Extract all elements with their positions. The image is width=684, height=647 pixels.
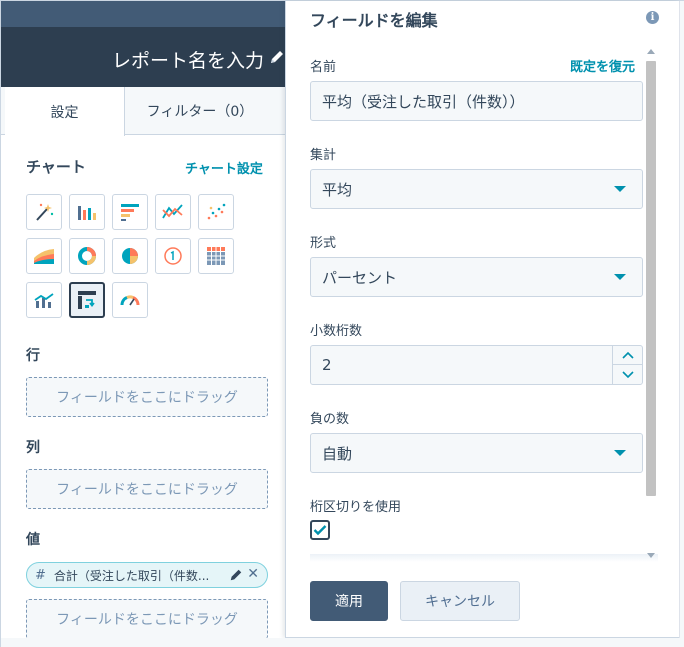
name-input[interactable]: 平均（受注した取引（件数）） <box>310 81 643 121</box>
values-drop-zone[interactable]: フィールドをここにドラッグ <box>26 599 268 639</box>
restore-default-link[interactable]: 既定を復元 <box>570 56 635 75</box>
bar-chart-icon <box>121 204 139 221</box>
chart-settings-link[interactable]: チャート設定 <box>185 158 263 177</box>
pencil-icon[interactable] <box>229 568 243 582</box>
decrement-button[interactable] <box>613 365 642 384</box>
chart-type-single-value[interactable] <box>155 238 191 274</box>
chart-type-combo[interactable] <box>26 282 62 318</box>
settings-tabs: 設定 フィルター（0） <box>1 87 306 136</box>
scatter-chart-icon <box>207 203 226 220</box>
chart-type-gauge[interactable] <box>112 282 148 318</box>
aggregation-value: 平均 <box>322 180 353 199</box>
columns-drop-zone[interactable]: フィールドをここにドラッグ <box>26 469 268 509</box>
chart-type-pivot-table[interactable] <box>69 282 105 318</box>
chart-type-pie[interactable] <box>112 238 148 274</box>
column-chart-icon <box>78 206 96 220</box>
thousands-separator-label: 桁区切りを使用 <box>310 500 402 515</box>
value-field-name: 合計（受注した取引（件数... <box>53 568 210 583</box>
rows-label: 行 <box>26 348 40 364</box>
apply-button[interactable]: 適用 <box>310 581 388 621</box>
chevron-down-icon <box>614 450 626 456</box>
value-field-chip[interactable]: # 合計（受注した取引（件数... ✕ <box>26 562 268 588</box>
gauge-icon <box>120 295 140 306</box>
pivot-table-icon <box>78 291 96 309</box>
negative-number-value: 自動 <box>322 444 353 463</box>
aggregation-select[interactable]: 平均 <box>310 169 643 209</box>
combo-chart-icon <box>34 293 54 308</box>
chart-type-bar[interactable] <box>112 194 148 230</box>
background-bottom <box>1 638 684 647</box>
edit-field-panel: フィールドを編集 i 名前 既定を復元 平均（受注した取引（件数）） 集計 平均… <box>285 1 679 638</box>
chart-type-scatter[interactable] <box>198 194 234 230</box>
chevron-down-icon <box>621 370 634 378</box>
thousands-separator-checkbox[interactable] <box>310 520 330 540</box>
rows-drop-zone[interactable]: フィールドをここにドラッグ <box>26 377 268 417</box>
line-chart-icon <box>162 204 183 219</box>
report-header: レポート名を入力 <box>1 1 306 87</box>
info-icon[interactable]: i <box>646 11 659 24</box>
checkmark-icon <box>313 525 327 536</box>
negative-number-select[interactable]: 自動 <box>310 433 643 473</box>
columns-label: 列 <box>26 440 40 456</box>
table-icon <box>207 247 225 265</box>
chart-type-donut[interactable] <box>69 238 105 274</box>
chart-type-table[interactable] <box>198 238 234 274</box>
scroll-thumb[interactable] <box>646 61 656 496</box>
report-name-input[interactable]: レポート名を入力 <box>112 46 264 73</box>
tab-filters[interactable]: フィルター（0） <box>125 87 275 135</box>
scroll-down-arrow-icon[interactable] <box>647 553 655 558</box>
format-label: 形式 <box>310 236 337 251</box>
area-chart-icon <box>34 249 54 264</box>
scroll-fade <box>310 554 658 562</box>
values-label: 値 <box>26 532 40 548</box>
decimals-value: 2 <box>322 356 332 374</box>
panel-scrollbar[interactable] <box>644 47 658 562</box>
donut-chart-icon <box>78 247 96 265</box>
tab-settings[interactable]: 設定 <box>5 87 125 136</box>
background-edge <box>679 1 684 647</box>
negative-number-label: 負の数 <box>310 412 350 427</box>
format-value: パーセント <box>322 268 398 287</box>
decimals-stepper <box>612 346 642 384</box>
header-strip <box>1 1 306 27</box>
name-label: 名前 <box>310 60 337 75</box>
pie-chart-icon <box>122 248 138 264</box>
chevron-down-icon <box>614 274 626 280</box>
chart-section-title: チャート <box>26 158 86 176</box>
chart-type-auto[interactable] <box>26 194 62 230</box>
chevron-down-icon <box>614 186 626 192</box>
chevron-up-icon <box>621 351 634 359</box>
panel-title: フィールドを編集 <box>310 11 438 30</box>
decimals-input[interactable]: 2 <box>310 345 643 385</box>
chart-type-area[interactable] <box>26 238 62 274</box>
single-value-icon <box>164 247 182 265</box>
chart-type-line[interactable] <box>155 194 191 230</box>
decimals-label: 小数桁数 <box>310 324 363 339</box>
aggregation-label: 集計 <box>310 148 337 163</box>
magic-wand-icon <box>36 203 54 221</box>
close-icon[interactable]: ✕ <box>247 566 259 582</box>
pencil-icon[interactable] <box>269 49 285 65</box>
increment-button[interactable] <box>613 346 642 365</box>
number-field-icon: # <box>35 567 46 583</box>
format-select[interactable]: パーセント <box>310 257 643 297</box>
cancel-button[interactable]: キャンセル <box>400 581 520 621</box>
chart-type-column[interactable] <box>69 194 105 230</box>
scroll-up-arrow-icon[interactable] <box>647 49 655 54</box>
